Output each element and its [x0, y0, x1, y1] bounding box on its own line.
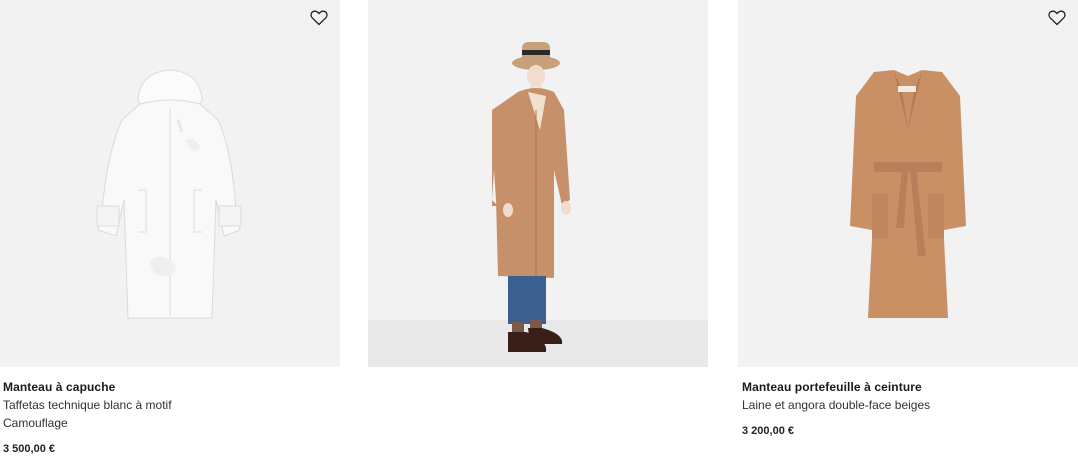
product-name[interactable]: Manteau à capuche: [3, 378, 323, 396]
product-description-line: Laine et angora double-face beiges: [742, 398, 931, 412]
product-info-wrap-coat: Manteau portefeuille à ceinture Laine et…: [742, 378, 1062, 439]
wishlist-heart-icon[interactable]: [1048, 10, 1066, 26]
product-price: 3 200,00 €: [742, 425, 794, 437]
product-price: 3 500,00 €: [3, 443, 55, 455]
product-info-hooded-coat: Manteau à capuche Taffetas technique bla…: [3, 378, 323, 457]
product-name[interactable]: Manteau portefeuille à ceinture: [742, 378, 1062, 396]
belted-wrap-coat-image: [850, 70, 966, 318]
product-description-line: Camouflage: [3, 416, 68, 430]
wishlist-heart-icon[interactable]: [310, 10, 328, 26]
model-wearing-camel-coat-image: [368, 42, 708, 367]
product-description-line: Taffetas technique blanc à motif: [3, 398, 172, 412]
hooded-coat-image: [96, 69, 242, 319]
product-image-hooded-coat[interactable]: [0, 0, 340, 367]
product-image-wrap-coat[interactable]: [738, 0, 1078, 367]
product-image-model[interactable]: [368, 0, 708, 367]
